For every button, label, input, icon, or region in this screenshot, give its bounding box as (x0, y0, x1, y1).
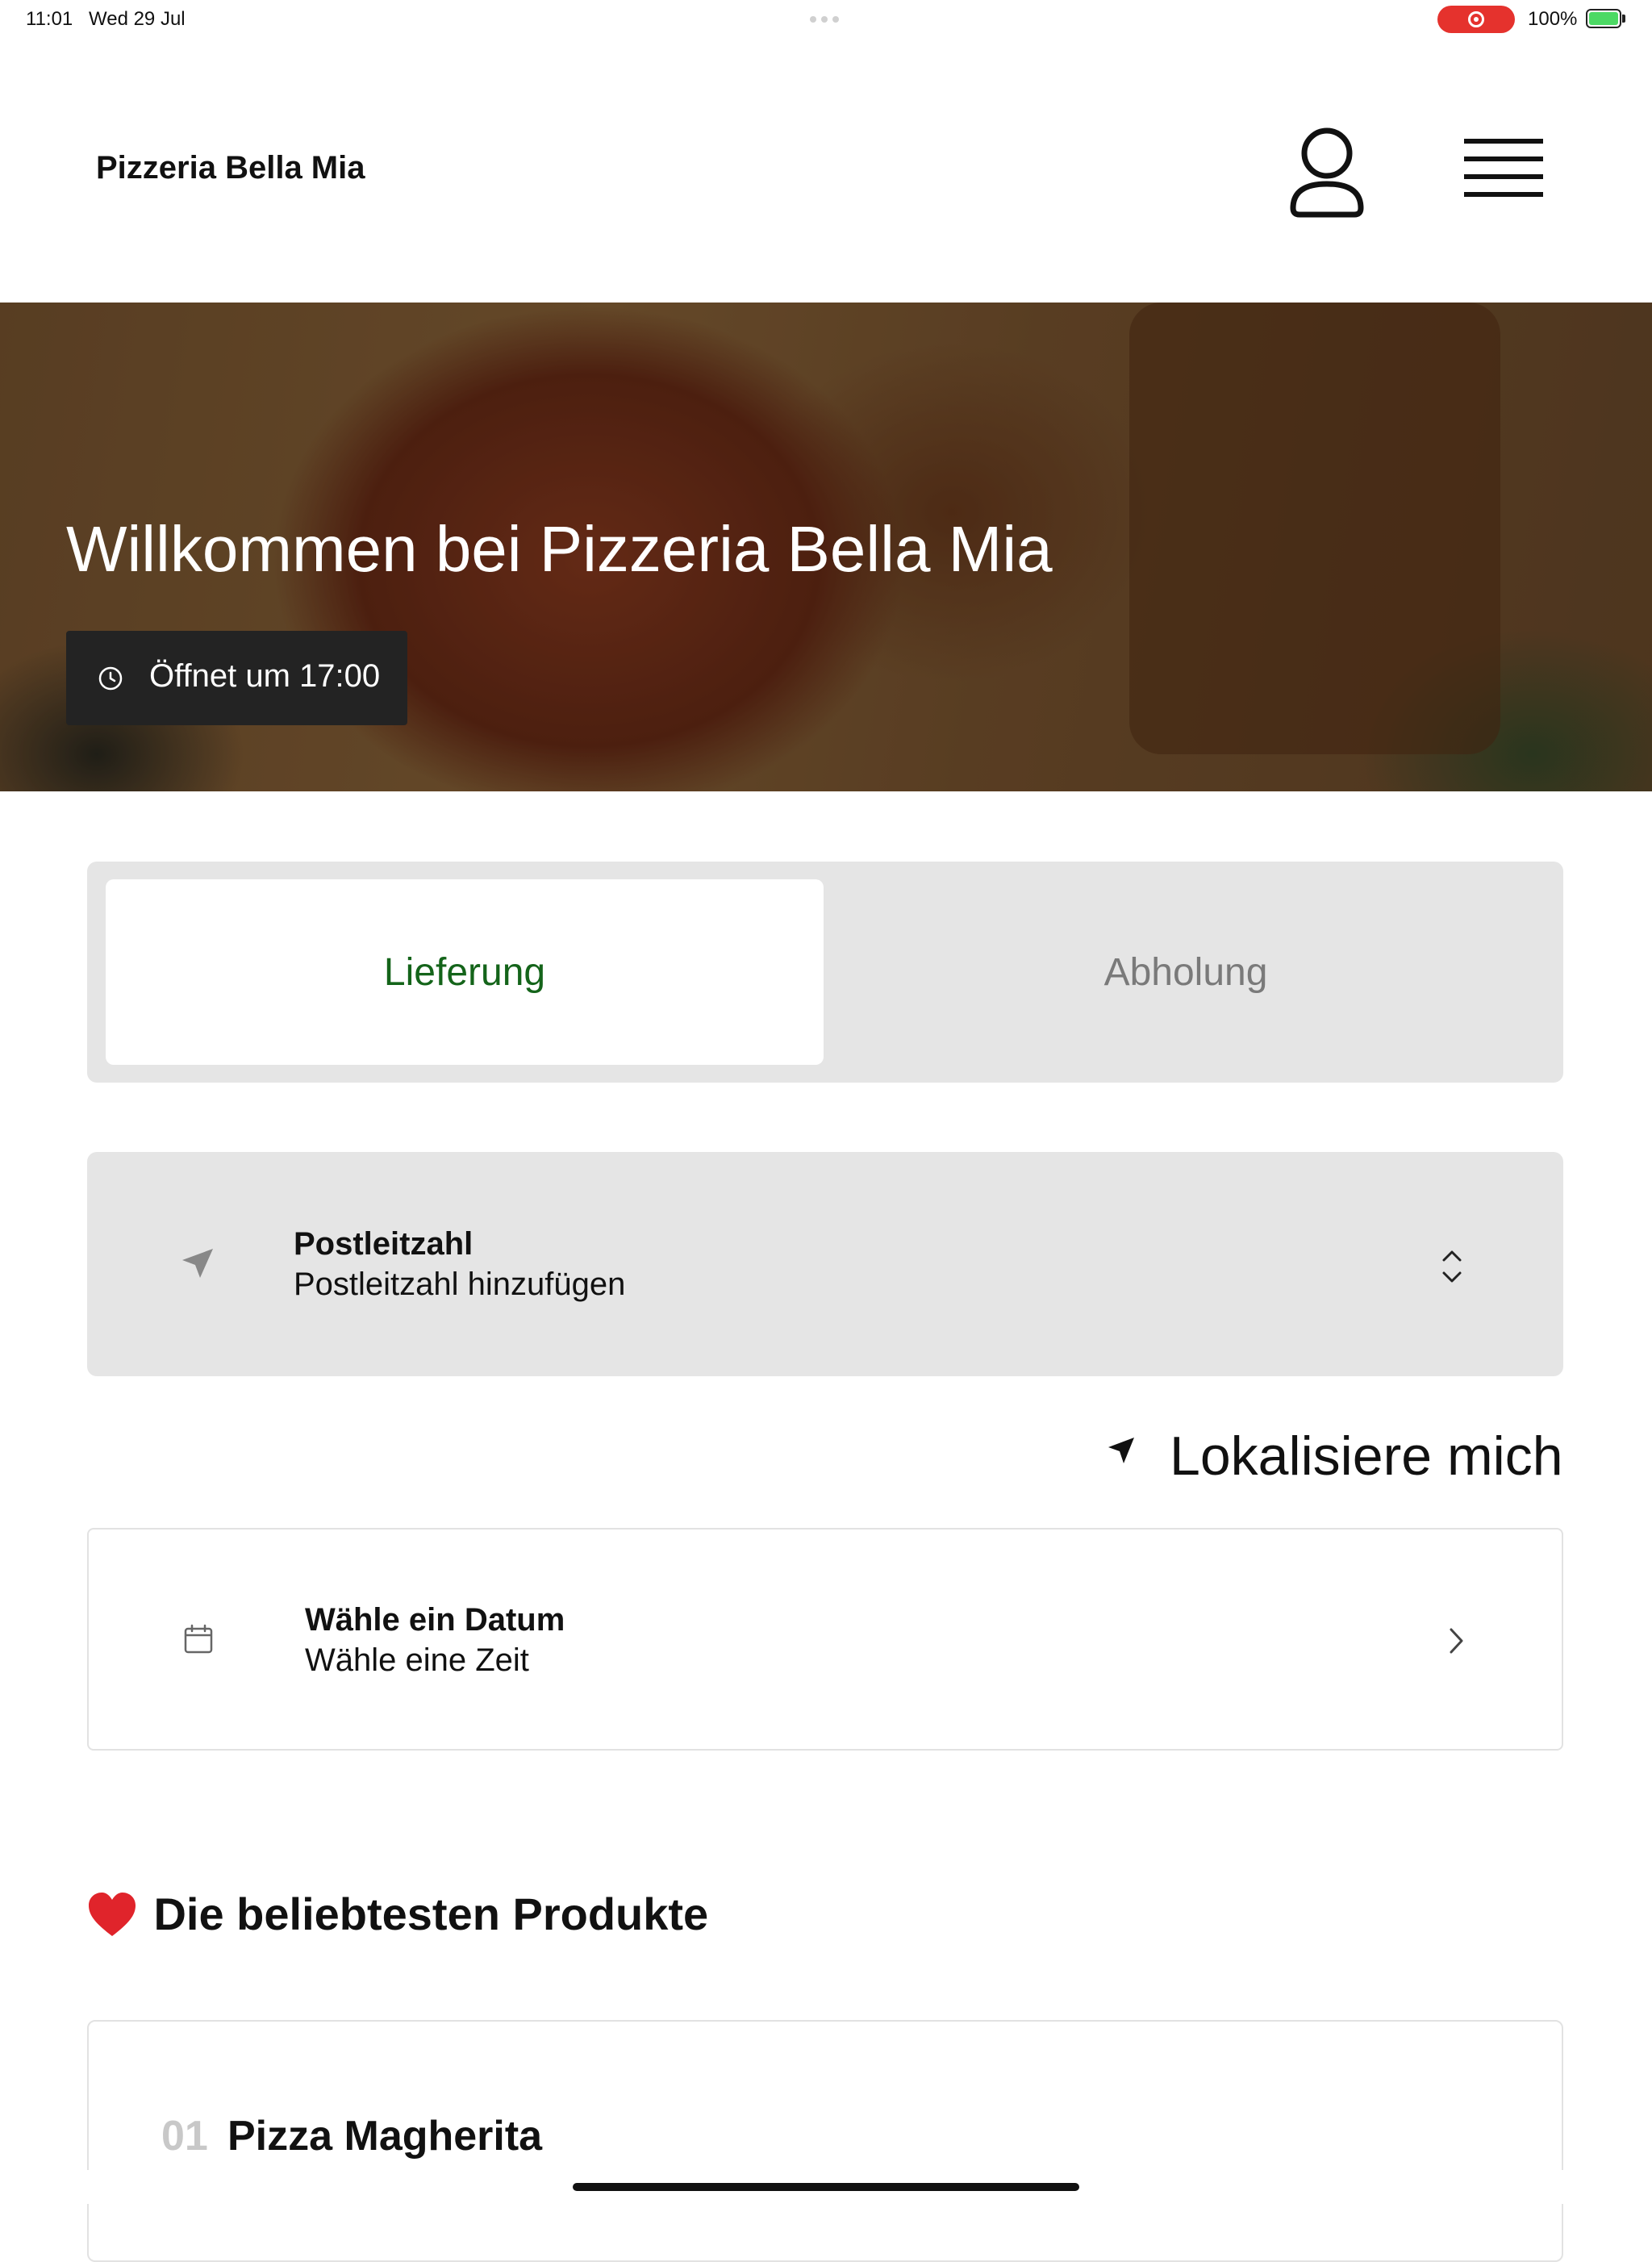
popular-products-title: Die beliebtesten Produkte (153, 1888, 709, 1939)
person-icon (1290, 127, 1364, 218)
screen-recording-icon[interactable] (1437, 6, 1515, 33)
postcode-label: Postleitzahl (294, 1226, 473, 1262)
brand-name[interactable]: Pizzeria Bella Mia (96, 150, 365, 186)
location-arrow-icon (1108, 1438, 1134, 1463)
time-label: Wähle eine Zeit (305, 1642, 529, 1678)
menu-button[interactable] (1452, 129, 1553, 210)
product-number: 01 (161, 2113, 208, 2160)
opening-hours-badge: Öffnet um 17:00 (66, 631, 407, 725)
locate-me-button[interactable]: Lokalisiere mich (1099, 1418, 1565, 1487)
hero-title: Willkommen bei Pizzeria Bella Mia (66, 513, 1053, 585)
popular-products-heading: Die beliebtesten Produkte (87, 1888, 708, 1952)
status-bar: 11:01 Wed 29 Jul 100% (0, 0, 1652, 39)
heart-icon (89, 1892, 136, 1936)
product-card[interactable]: 01 Pizza Magherita (87, 2020, 1563, 2262)
date-time-picker[interactable]: Wähle ein Datum Wähle eine Zeit (87, 1528, 1563, 1751)
status-time: 11:01 (26, 8, 73, 30)
battery-cap (1622, 15, 1625, 23)
clock-icon (98, 666, 123, 691)
chevron-right-icon (1450, 1628, 1463, 1654)
tab-delivery[interactable]: Lieferung (106, 879, 824, 1065)
battery-icon (1586, 9, 1621, 28)
opening-hours-text: Öffnet um 17:00 (149, 658, 381, 694)
order-mode-toggle: Lieferung Abholung (87, 862, 1563, 1083)
hero-banner: Willkommen bei Pizzeria Bella Mia Öffnet… (0, 303, 1652, 791)
postcode-select[interactable]: Postleitzahl Postleitzahl hinzufügen (87, 1152, 1563, 1376)
battery-percent: 100% (1528, 8, 1578, 30)
profile-button[interactable] (1287, 124, 1367, 221)
location-arrow-icon (182, 1249, 213, 1278)
locate-me-label: Lokalisiere mich (1170, 1425, 1563, 1487)
hamburger-menu-icon (1464, 139, 1543, 197)
multitasking-dots-icon[interactable] (810, 16, 842, 23)
product-name: Pizza Magherita (227, 2113, 543, 2160)
chevron-up-down-icon (1442, 1250, 1462, 1283)
calendar-icon (184, 1624, 213, 1654)
tab-pickup[interactable]: Abholung (827, 879, 1545, 1065)
postcode-placeholder: Postleitzahl hinzufügen (294, 1267, 626, 1302)
site-header: Pizzeria Bella Mia (0, 97, 1652, 218)
status-date: Wed 29 Jul (89, 8, 186, 30)
date-label: Wähle ein Datum (305, 1602, 565, 1638)
home-indicator[interactable] (573, 2183, 1079, 2191)
